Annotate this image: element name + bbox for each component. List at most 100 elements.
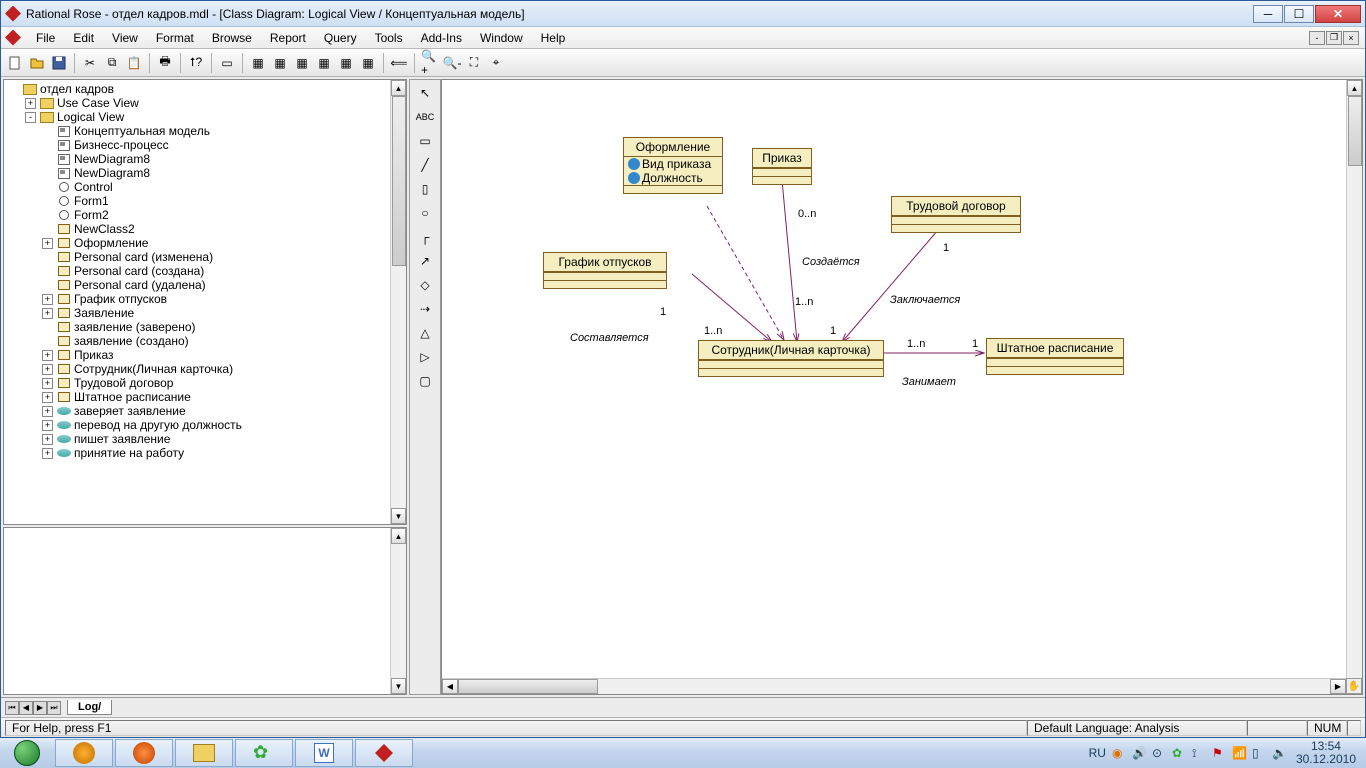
tree-item[interactable]: +Оформление (4, 236, 406, 250)
flag-icon[interactable]: ⚑ (1212, 746, 1226, 760)
mdi-close-button[interactable]: × (1343, 31, 1359, 45)
tree-item[interactable]: Personal card (создана) (4, 264, 406, 278)
view1-button[interactable]: ▭ (217, 53, 237, 73)
tree-item[interactable]: отдел кадров (4, 82, 406, 96)
expand-toggle[interactable]: + (42, 308, 53, 319)
uni-association-tool[interactable]: ↗ (412, 250, 438, 272)
tree-item[interactable]: Personal card (изменена) (4, 250, 406, 264)
save-button[interactable] (49, 53, 69, 73)
volume-icon[interactable]: 🔈 (1272, 746, 1286, 760)
scroll-down-button[interactable]: ▼ (391, 508, 406, 524)
menu-format[interactable]: Format (147, 29, 203, 47)
menu-report[interactable]: Report (261, 29, 315, 47)
pointer-tool[interactable]: ↖ (412, 82, 438, 104)
diagram-canvas[interactable]: Оформление Вид приказа Должность Приказ … (441, 79, 1363, 695)
tree-item[interactable]: Personal card (удалена) (4, 278, 406, 292)
expand-toggle[interactable]: + (42, 350, 53, 361)
tree-item[interactable]: Control (4, 180, 406, 194)
menu-tools[interactable]: Tools (366, 29, 412, 47)
zoom-in-button[interactable]: 🔍+ (420, 53, 440, 73)
tree-item[interactable]: +принятие на работу (4, 446, 406, 460)
menu-browse[interactable]: Browse (203, 29, 261, 47)
tray-icon[interactable]: ✿ (1172, 746, 1186, 760)
zoom-out-button[interactable]: 🔍- (442, 53, 462, 73)
diagram-h-scrollbar[interactable]: ◀ ▶ (442, 678, 1346, 694)
tray-icon[interactable]: ▯ (1252, 746, 1266, 760)
view6-button[interactable]: ▦ (336, 53, 356, 73)
tray-icon[interactable]: ⟟ (1192, 746, 1206, 760)
keyboard-layout[interactable]: RU (1089, 746, 1106, 760)
class-shtat[interactable]: Штатное расписание (986, 338, 1124, 375)
menu-query[interactable]: Query (315, 29, 366, 47)
tree-scrollbar[interactable]: ▲ ▼ (390, 80, 406, 524)
output-scrollbar[interactable]: ▲ ▼ (390, 528, 406, 694)
menu-edit[interactable]: Edit (64, 29, 103, 47)
scroll-up-button[interactable]: ▲ (391, 80, 406, 96)
tree-item[interactable]: NewDiagram8 (4, 166, 406, 180)
class-sotrudnik[interactable]: Сотрудник(Личная карточка) (698, 340, 884, 377)
expand-toggle[interactable]: + (42, 420, 53, 431)
tree-item[interactable]: заявление (создано) (4, 334, 406, 348)
cut-button[interactable]: ✂ (80, 53, 100, 73)
menu-file[interactable]: File (27, 29, 64, 47)
view4-button[interactable]: ▦ (292, 53, 312, 73)
tree-item[interactable]: -Logical View (4, 110, 406, 124)
menu-view[interactable]: View (103, 29, 147, 47)
expand-toggle[interactable]: + (42, 364, 53, 375)
class-oformlenie[interactable]: Оформление Вид приказа Должность (623, 137, 723, 194)
association-tool[interactable]: ┌ (412, 226, 438, 248)
tab-last-button[interactable]: ⏭ (47, 701, 61, 715)
tree-item[interactable]: +заверяет заявление (4, 404, 406, 418)
scroll-right-button[interactable]: ▶ (1330, 679, 1346, 694)
tray-icon[interactable]: ◉ (1112, 746, 1126, 760)
context-help-button[interactable]: ⭡? (186, 53, 206, 73)
expand-toggle[interactable]: + (42, 392, 53, 403)
tree-item[interactable]: заявление (заверено) (4, 320, 406, 334)
mdi-minimize-button[interactable]: - (1309, 31, 1325, 45)
scroll-up-button[interactable]: ▲ (391, 528, 406, 544)
menu-addins[interactable]: Add-Ins (412, 29, 471, 47)
tree-item[interactable]: +перевод на другую должность (4, 418, 406, 432)
tree-item[interactable]: NewDiagram8 (4, 152, 406, 166)
interface-tool[interactable]: ○ (412, 202, 438, 224)
tree-view[interactable]: отдел кадров+Use Case View-Logical ViewК… (4, 80, 406, 524)
tree-item[interactable]: +Use Case View (4, 96, 406, 110)
maximize-button[interactable]: ☐ (1284, 5, 1314, 23)
tray-icon[interactable]: ⊙ (1152, 746, 1166, 760)
text-tool[interactable]: ABC (412, 106, 438, 128)
close-button[interactable]: ✕ (1315, 5, 1361, 23)
scroll-thumb[interactable] (1348, 96, 1362, 166)
tree-item[interactable]: +График отпусков (4, 292, 406, 306)
tab-log[interactable]: Log/ (67, 700, 112, 715)
mdi-restore-button[interactable]: ❐ (1326, 31, 1342, 45)
taskbar-app-6[interactable] (355, 739, 413, 767)
anchor-tool[interactable]: ╱ (412, 154, 438, 176)
network-icon[interactable]: 📶 (1232, 746, 1246, 760)
tree-item[interactable]: Бизнесс-процесс (4, 138, 406, 152)
taskbar-app-3[interactable] (175, 739, 233, 767)
tree-item[interactable]: +Трудовой договор (4, 376, 406, 390)
generalization-tool[interactable]: △ (412, 322, 438, 344)
system-menu-icon[interactable] (5, 30, 21, 46)
class-tool[interactable]: ▯ (412, 178, 438, 200)
expand-toggle[interactable]: + (25, 98, 36, 109)
tree-item[interactable]: +Штатное расписание (4, 390, 406, 404)
menu-window[interactable]: Window (471, 29, 532, 47)
scroll-left-button[interactable]: ◀ (442, 679, 458, 694)
clock[interactable]: 13:54 30.12.2010 (1292, 740, 1360, 766)
expand-toggle[interactable]: + (42, 434, 53, 445)
package-tool[interactable]: ▢ (412, 370, 438, 392)
taskbar-app-1[interactable] (55, 739, 113, 767)
tab-first-button[interactable]: ⏮ (5, 701, 19, 715)
taskbar-app-5[interactable]: W (295, 739, 353, 767)
taskbar-app-4[interactable]: ✿ (235, 739, 293, 767)
scroll-thumb[interactable] (392, 96, 406, 266)
tree-item[interactable]: NewClass2 (4, 222, 406, 236)
class-grafik[interactable]: График отпусков (543, 252, 667, 289)
pan-grip[interactable]: ✋ (1346, 678, 1362, 694)
view7-button[interactable]: ▦ (358, 53, 378, 73)
back-button[interactable]: ⟸ (389, 53, 409, 73)
minimize-button[interactable]: ─ (1253, 5, 1283, 23)
class-trudovoy[interactable]: Трудовой договор (891, 196, 1021, 233)
tree-item[interactable]: +пишет заявление (4, 432, 406, 446)
